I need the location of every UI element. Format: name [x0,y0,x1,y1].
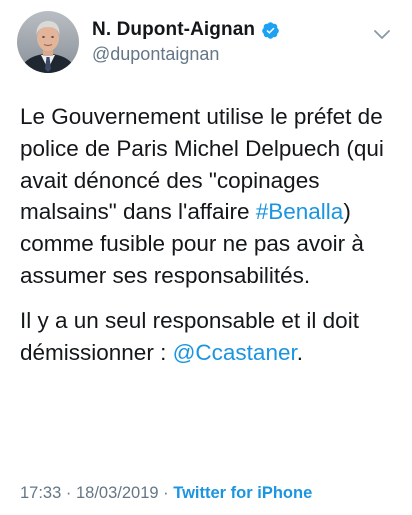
meta-separator: · [158,484,174,502]
meta-separator: · [61,484,76,502]
tweet-text-segment: . [296,339,303,365]
tweet-time[interactable]: 17:33 [20,484,61,502]
author-avatar[interactable] [17,11,79,73]
avatar-photo-icon [17,11,79,73]
tweet-card: N. Dupont-Aignan @dupontaignan Le Gouver… [0,0,412,515]
author-handle[interactable]: @dupontaignan [92,44,219,65]
mention-link[interactable]: @Ccastaner [173,340,297,365]
tweet-paragraph-1: Le Gouvernement utilise le préfet de pol… [20,101,400,292]
hashtag-link[interactable]: #Benalla [256,199,344,224]
verified-badge-icon [261,21,280,40]
tweet-meta: 17:33 · 18/03/2019 · Twitter for iPhone [20,484,312,503]
tweet-paragraph-2: Il y a un seul responsable et il doit dé… [20,305,400,369]
tweet-date[interactable]: 18/03/2019 [76,484,159,502]
author-display-name[interactable]: N. Dupont-Aignan [92,19,255,41]
author-name-row: N. Dupont-Aignan [92,18,280,42]
tweet-source-link[interactable]: Twitter for iPhone [173,484,312,502]
chevron-down-icon[interactable] [372,27,392,41]
tweet-text: Le Gouvernement utilise le préfet de pol… [20,101,400,368]
